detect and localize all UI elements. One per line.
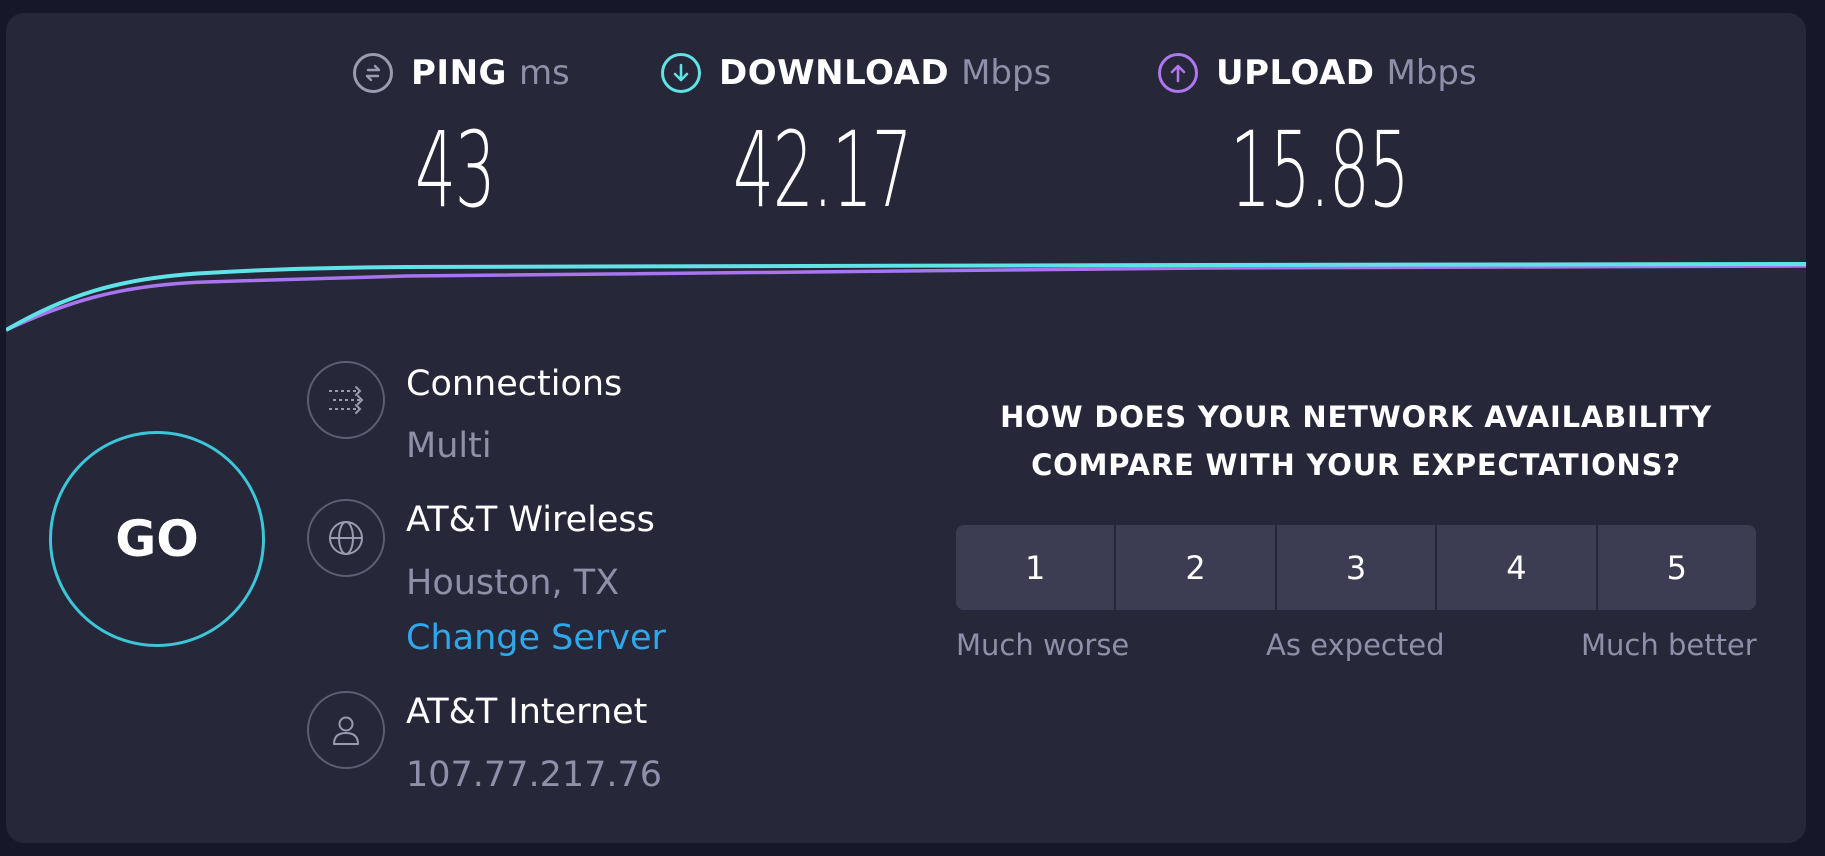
ping-value: 43 xyxy=(415,109,496,231)
ping-label: PING xyxy=(411,53,507,93)
rating-button-1[interactable]: 1 xyxy=(956,525,1117,610)
upload-metric: UPLOAD Mbps 15.85 xyxy=(1158,47,1538,237)
speed-graph xyxy=(6,262,1806,332)
upload-label: UPLOAD xyxy=(1216,53,1375,93)
download-metric: DOWNLOAD Mbps 42.17 xyxy=(661,47,1101,237)
ping-icon xyxy=(353,53,393,93)
upload-unit: Mbps xyxy=(1386,53,1477,93)
ping-metric: PING ms 43 xyxy=(353,47,583,237)
upload-arrow-icon xyxy=(1158,53,1198,93)
speedtest-panel: PING ms 43 DOWNLOAD Mbps 42.17 UPLOAD Mb… xyxy=(6,13,1806,843)
user-icon xyxy=(307,691,385,769)
change-server-link[interactable]: Change Server xyxy=(406,618,666,658)
scale-label-low: Much worse xyxy=(956,628,1130,662)
rating-scale: 1 2 3 4 5 xyxy=(956,525,1756,610)
scale-label-high: Much better xyxy=(1581,628,1757,662)
upload-speed-line xyxy=(6,264,1806,332)
provider-name: AT&T Internet xyxy=(406,692,648,732)
ip-address: 107.77.217.76 xyxy=(406,755,663,795)
survey-question-line2: COMPARE WITH YOUR EXPECTATIONS? xyxy=(1031,448,1681,482)
globe-icon xyxy=(307,499,385,577)
connections-value[interactable]: Multi xyxy=(406,426,492,466)
rating-button-5[interactable]: 5 xyxy=(1597,525,1756,610)
rating-button-4[interactable]: 4 xyxy=(1437,525,1598,610)
download-value: 42.17 xyxy=(733,109,913,231)
survey-question: HOW DOES YOUR NETWORK AVAILABILITY COMPA… xyxy=(936,393,1776,489)
rating-button-2[interactable]: 2 xyxy=(1116,525,1277,610)
download-speed-line xyxy=(6,262,1806,332)
connections-title: Connections xyxy=(406,364,623,404)
server-location: Houston, TX xyxy=(406,563,620,603)
download-unit: Mbps xyxy=(961,53,1052,93)
upload-value: 15.85 xyxy=(1230,109,1410,231)
server-name: AT&T Wireless xyxy=(406,500,655,540)
ping-unit: ms xyxy=(518,53,570,93)
download-arrow-icon xyxy=(661,53,701,93)
go-button[interactable]: GO xyxy=(49,431,265,647)
download-label: DOWNLOAD xyxy=(719,53,950,93)
rating-button-3[interactable]: 3 xyxy=(1276,525,1438,610)
connections-icon[interactable] xyxy=(307,361,385,439)
survey-question-line1: HOW DOES YOUR NETWORK AVAILABILITY xyxy=(1000,400,1712,434)
scale-label-mid: As expected xyxy=(1266,628,1445,662)
